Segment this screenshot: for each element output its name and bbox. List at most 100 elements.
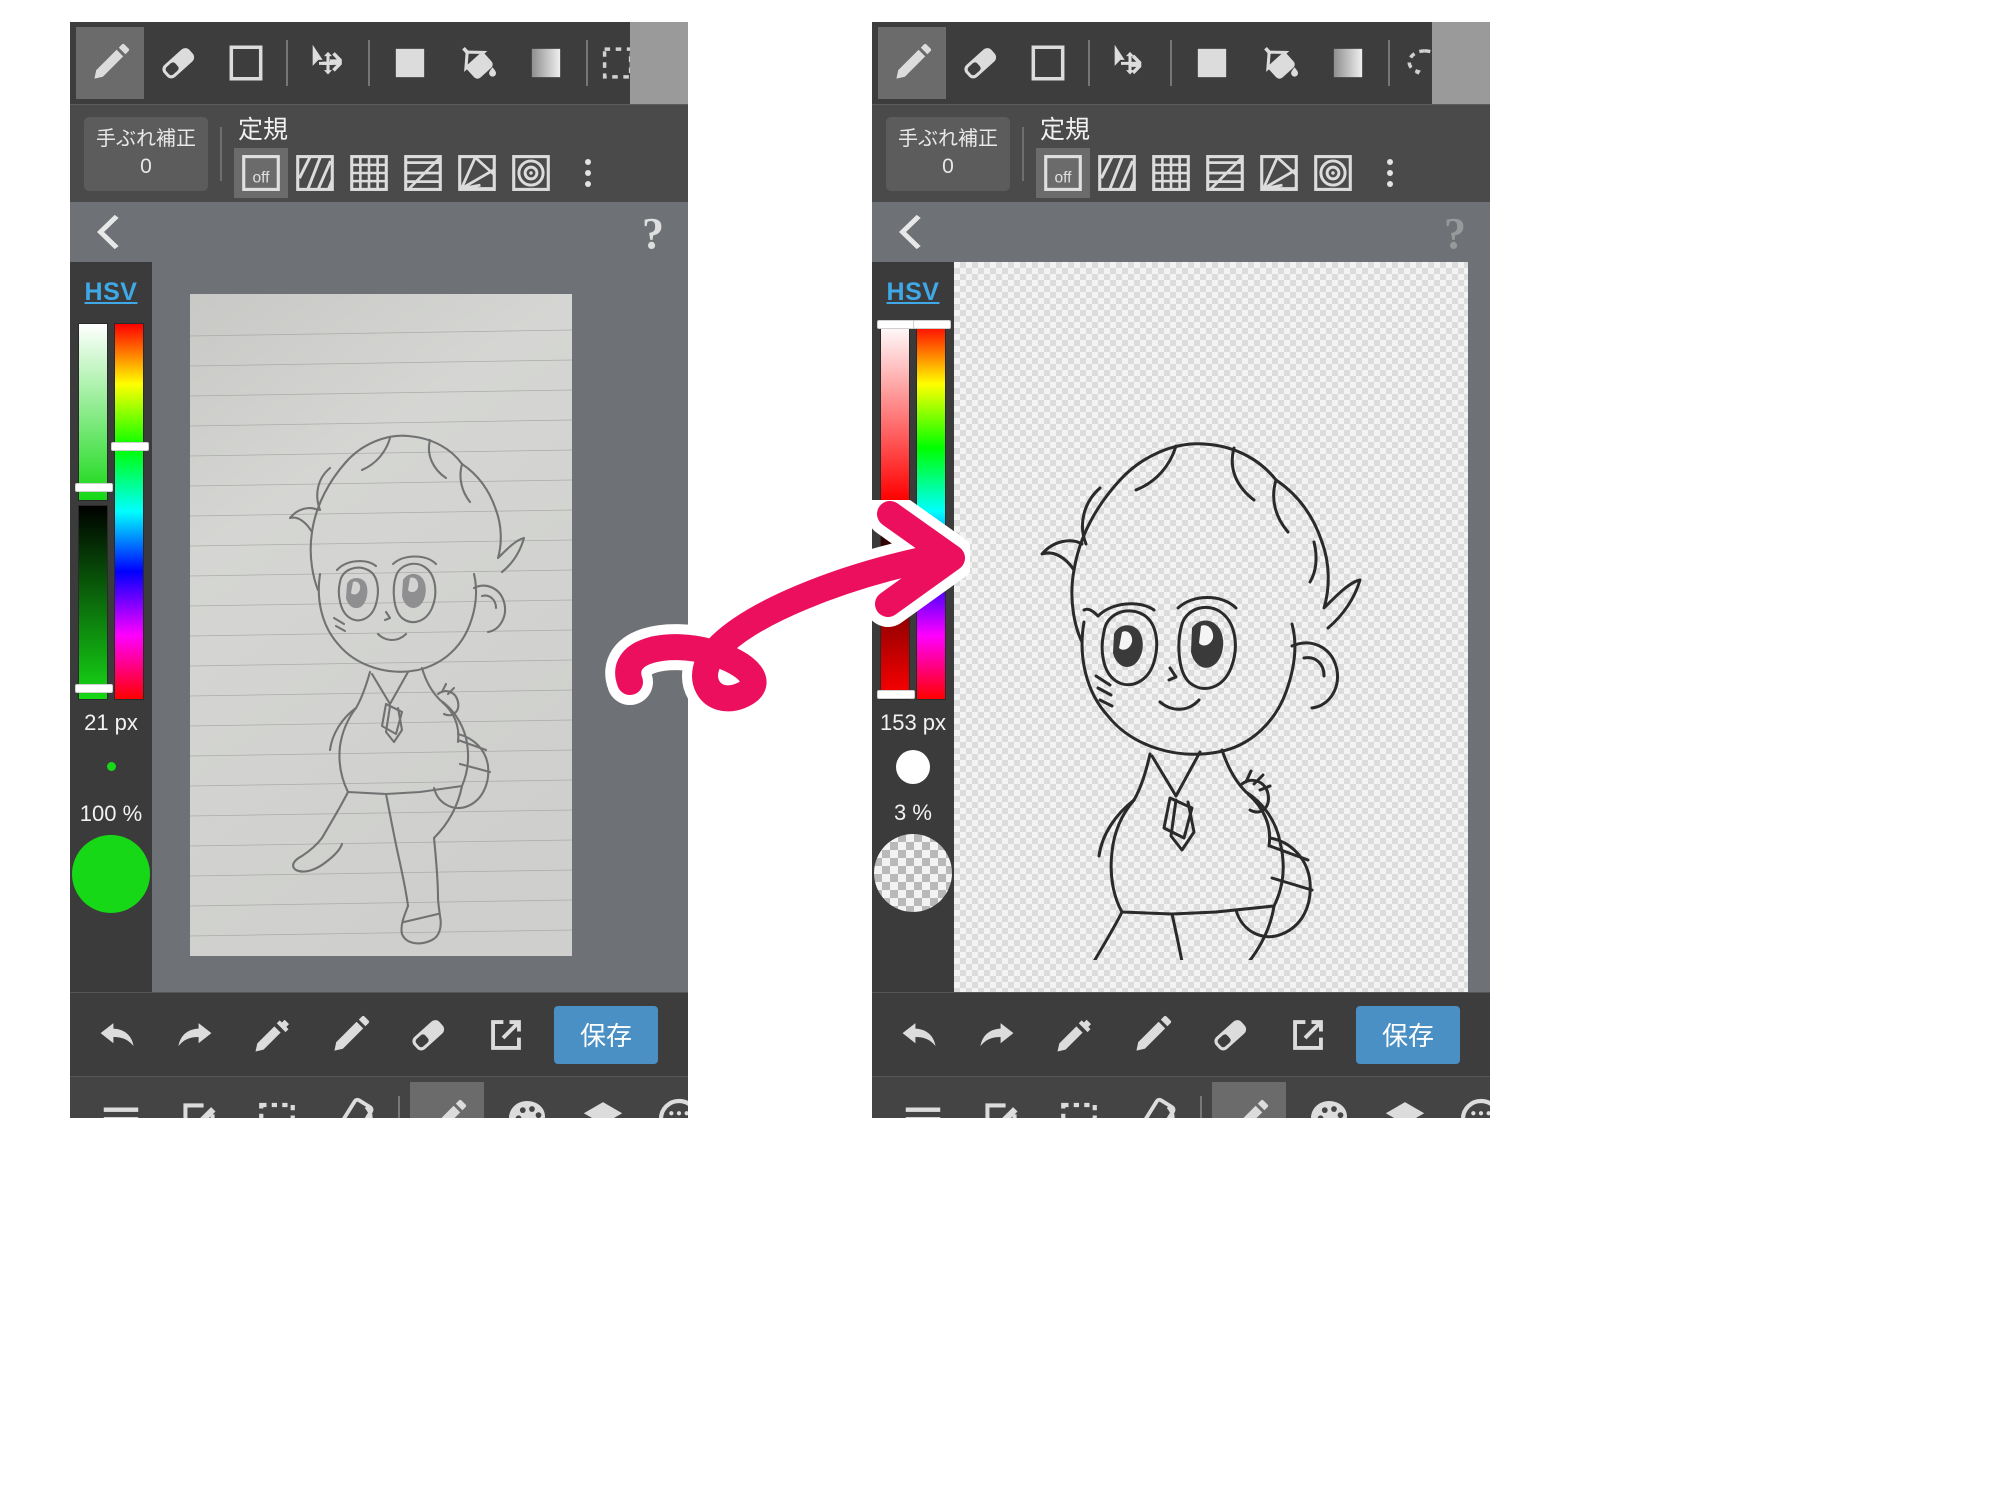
right-apps-grid-icon[interactable] — [1476, 1003, 1490, 1067]
right-export-button[interactable] — [1276, 1003, 1340, 1067]
left-brush-button[interactable] — [318, 1003, 382, 1067]
right-saturation-knob[interactable] — [877, 320, 915, 329]
right-canvas-area[interactable] — [954, 262, 1490, 992]
left-hsv-sliders — [75, 323, 149, 700]
left-ruler-more-menu[interactable] — [564, 148, 612, 198]
left-hsv-label[interactable]: HSV — [85, 278, 138, 307]
right-redo-button[interactable] — [964, 1003, 1028, 1067]
left-ruler-grid[interactable] — [342, 148, 396, 198]
right-current-color-swatch[interactable] — [874, 834, 952, 912]
left-fill-tool[interactable] — [376, 27, 444, 99]
right-ruler-grid[interactable] — [1144, 148, 1198, 198]
left-help-icon[interactable]: ? — [642, 208, 664, 259]
left-ruler-radial-slant[interactable] — [450, 148, 504, 198]
right-save-label: 保存 — [1381, 1021, 1434, 1051]
left-edit-button[interactable] — [166, 1082, 232, 1118]
right-hue-knob[interactable] — [913, 320, 951, 329]
left-ruler-label: 定規 — [238, 115, 289, 144]
right-ruler-radial-slant[interactable] — [1252, 148, 1306, 198]
right-toolbar-scroll-edge[interactable] — [1432, 22, 1490, 104]
right-more-button[interactable] — [1448, 1082, 1490, 1118]
right-toolbar-divider-1 — [1088, 40, 1090, 86]
right-brush-nav-button[interactable] — [1212, 1081, 1286, 1118]
right-rotate-button[interactable] — [1124, 1082, 1190, 1118]
left-eraser-action-button[interactable] — [396, 1003, 460, 1067]
left-apps-grid-icon[interactable] — [674, 1003, 688, 1067]
left-brush-nav-button[interactable] — [410, 1081, 484, 1118]
right-gradient-tool[interactable] — [1314, 27, 1382, 99]
right-back-chevron-icon[interactable] — [894, 212, 934, 252]
right-saturation-slider[interactable] — [877, 320, 915, 501]
right-ruler-toolbar: 手ぶれ補正 0 定規 off — [872, 104, 1490, 202]
right-stabilizer-label: 手ぶれ補正 — [898, 127, 998, 150]
left-gradient-tool[interactable] — [512, 27, 580, 99]
right-canvas-gutter — [1468, 262, 1490, 992]
right-palette-button[interactable] — [1296, 1082, 1362, 1118]
right-top-toolbar — [872, 22, 1490, 104]
left-color-sidebar: HSV 21 px 100 % — [70, 262, 152, 992]
left-eraser-tool[interactable] — [144, 27, 212, 99]
left-pen-tool[interactable] — [76, 27, 144, 99]
left-bucket-tool[interactable] — [444, 27, 512, 99]
left-ruler-horizon[interactable] — [396, 148, 450, 198]
left-redo-button[interactable] — [162, 1003, 226, 1067]
right-edit-button[interactable] — [968, 1082, 1034, 1118]
left-value-slider[interactable] — [75, 505, 113, 700]
left-stabilizer-label: 手ぶれ補正 — [96, 127, 196, 150]
left-hue-slider[interactable] — [111, 323, 149, 700]
right-ruler-off[interactable]: off — [1036, 147, 1090, 198]
left-shape-tool[interactable] — [212, 27, 280, 99]
right-save-button[interactable]: 保存 — [1356, 1005, 1460, 1064]
left-menu-button[interactable] — [88, 1082, 154, 1118]
left-stabilizer-button[interactable]: 手ぶれ補正 0 — [84, 116, 208, 191]
left-more-button[interactable] — [646, 1082, 688, 1118]
left-layers-button[interactable] — [570, 1082, 636, 1118]
right-menu-button[interactable] — [890, 1082, 956, 1118]
right-help-icon[interactable]: ? — [1444, 208, 1466, 259]
left-ruler-concentric[interactable] — [504, 148, 558, 198]
right-ruler-concentric[interactable] — [1306, 148, 1360, 198]
right-undo-button[interactable] — [888, 1003, 952, 1067]
right-bottom-nav — [872, 1076, 1490, 1118]
left-saturation-knob[interactable] — [75, 483, 113, 492]
right-ruler-diagonal[interactable] — [1090, 148, 1144, 198]
right-bucket-tool[interactable] — [1246, 27, 1314, 99]
right-action-toolbar: 保存 — [872, 992, 1490, 1076]
right-ruler-horizon[interactable] — [1198, 148, 1252, 198]
left-move-tool[interactable] — [294, 27, 362, 99]
left-current-color-swatch[interactable] — [72, 835, 150, 913]
right-hsv-label[interactable]: HSV — [887, 278, 940, 307]
right-brush-button[interactable] — [1120, 1003, 1184, 1067]
right-ruler-label: 定規 — [1040, 115, 1091, 144]
left-value-knob[interactable] — [75, 684, 113, 693]
right-eraser-tool[interactable] — [946, 27, 1014, 99]
right-eyedropper-button[interactable] — [1042, 1003, 1106, 1067]
left-undo-button[interactable] — [86, 1003, 150, 1067]
left-ruler-off[interactable]: off — [234, 147, 288, 198]
left-toolbar-divider-2 — [368, 40, 370, 86]
left-palette-button[interactable] — [494, 1082, 560, 1118]
right-eraser-action-button[interactable] — [1198, 1003, 1262, 1067]
right-select-button[interactable] — [1046, 1082, 1112, 1118]
left-toolbar-scroll-edge[interactable] — [630, 22, 688, 104]
left-save-button[interactable]: 保存 — [554, 1005, 658, 1064]
svg-text:off: off — [1055, 169, 1073, 186]
right-pen-tool[interactable] — [878, 27, 946, 99]
left-select-button[interactable] — [244, 1082, 310, 1118]
left-ruler-diagonal[interactable] — [288, 148, 342, 198]
right-fill-tool[interactable] — [1178, 27, 1246, 99]
left-eyedropper-button[interactable] — [240, 1003, 304, 1067]
left-ruler-divider — [220, 126, 222, 181]
right-stabilizer-button[interactable]: 手ぶれ補正 0 — [886, 116, 1010, 191]
left-export-button[interactable] — [474, 1003, 538, 1067]
right-layers-button[interactable] — [1372, 1082, 1438, 1118]
right-toolbar-divider-2 — [1170, 40, 1172, 86]
right-move-tool[interactable] — [1096, 27, 1164, 99]
left-saturation-slider[interactable] — [75, 323, 113, 501]
left-save-label: 保存 — [579, 1021, 632, 1051]
right-shape-tool[interactable] — [1014, 27, 1082, 99]
left-rotate-button[interactable] — [322, 1082, 388, 1118]
right-ruler-more-menu[interactable] — [1366, 148, 1414, 198]
left-back-chevron-icon[interactable] — [92, 212, 132, 252]
left-hue-knob[interactable] — [111, 442, 149, 451]
